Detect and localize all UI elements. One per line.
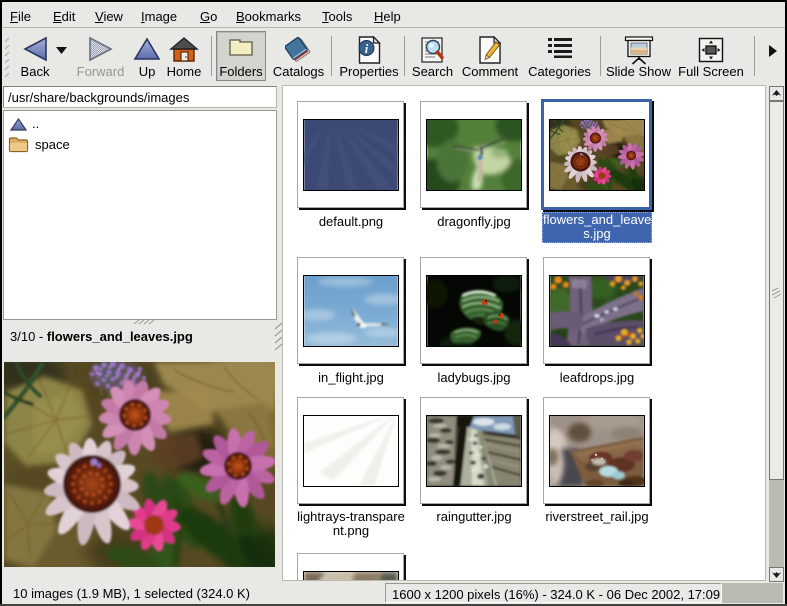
svg-text:i: i bbox=[365, 42, 369, 56]
